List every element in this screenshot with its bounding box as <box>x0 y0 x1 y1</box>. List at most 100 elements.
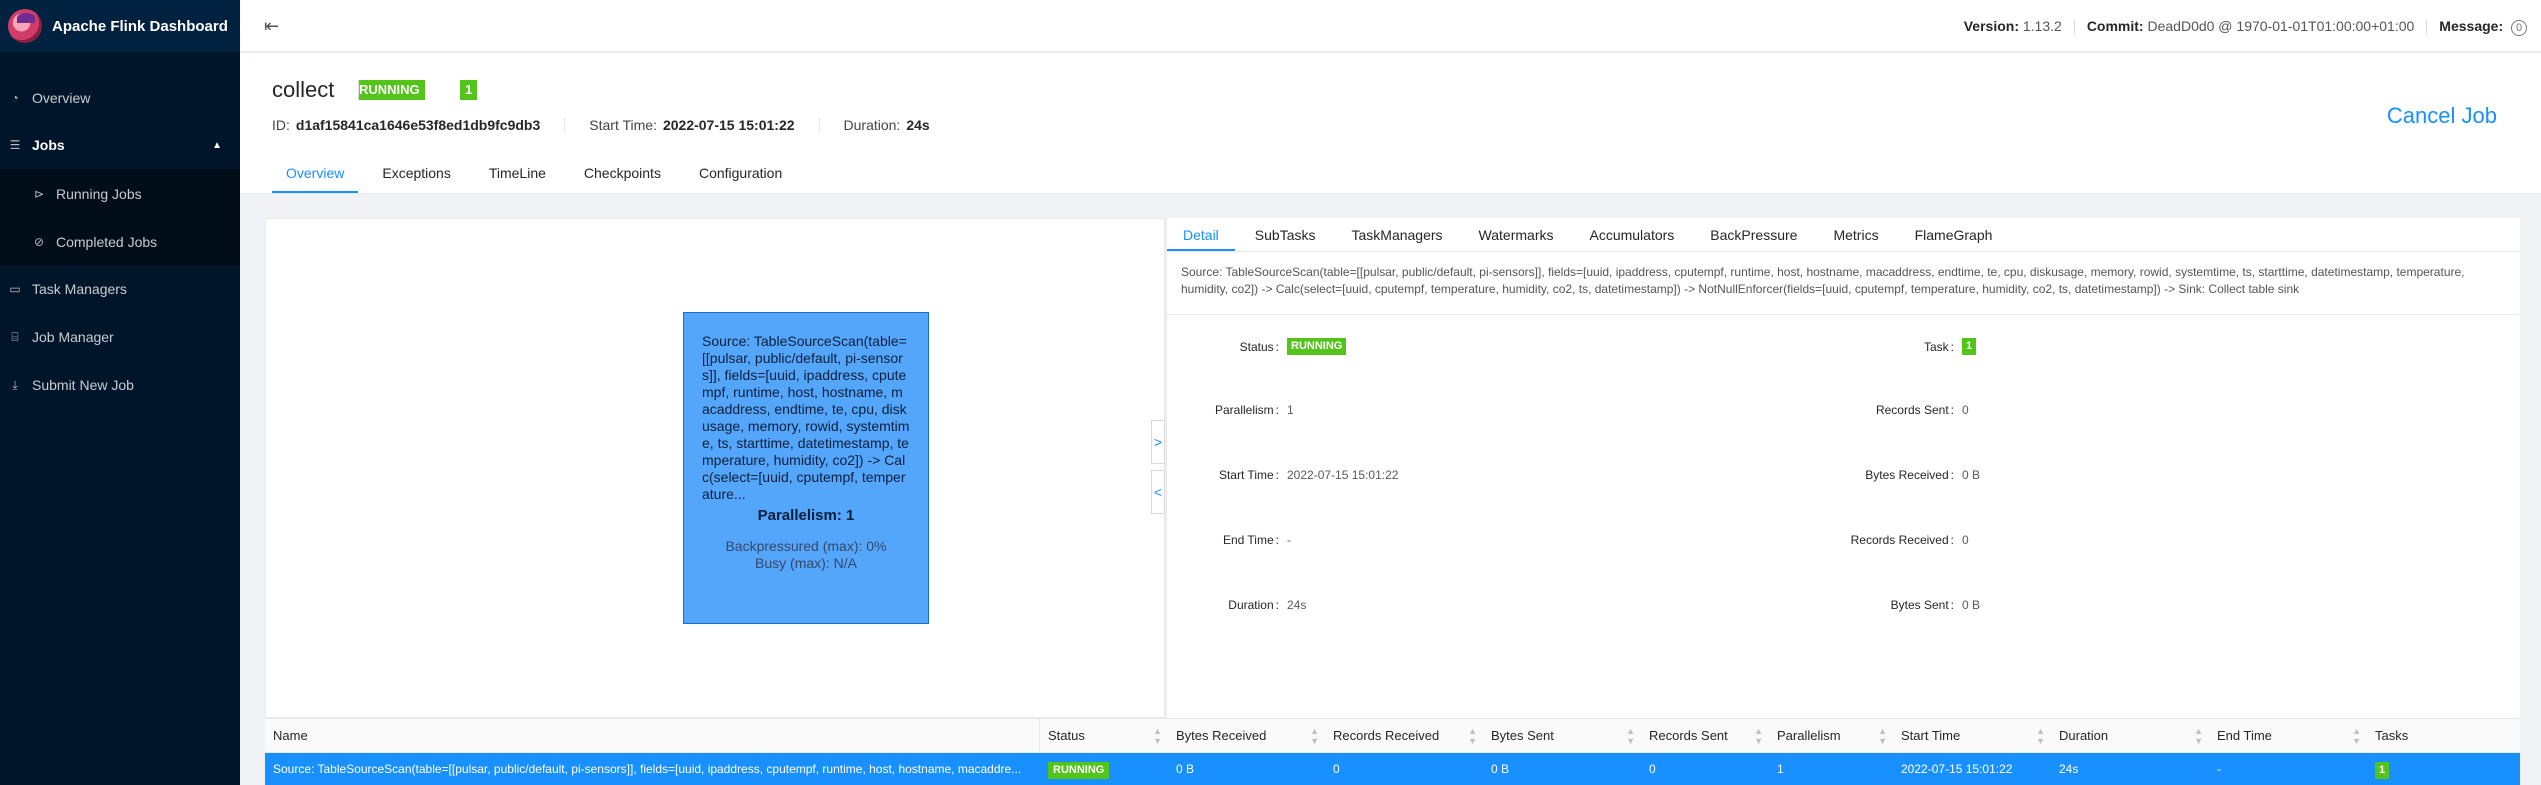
column-end-time[interactable]: End Time ▲ ▼ <box>2209 719 2367 753</box>
sidebar-item-overview[interactable]: ◔ Overview <box>0 78 240 118</box>
sidebar-item-label: Running Jobs <box>56 186 142 202</box>
tab-flamegraph[interactable]: FlameGraph <box>1899 218 2009 251</box>
job-info: ID: d1af15841ca1646e53f8ed1db9fc9db3 Star… <box>272 117 978 133</box>
collapse-left-button[interactable]: < <box>1151 470 1165 514</box>
sort-icon: ▲ ▼ <box>2352 726 2361 746</box>
sidebar-item-label: Task Managers <box>32 281 127 297</box>
chevron-left-icon: < <box>1153 484 1163 500</box>
records-received-value: 0 <box>1962 533 1969 547</box>
cell-end-time: - <box>2217 762 2221 776</box>
info-icon[interactable]: 0 <box>2511 20 2527 36</box>
upload-icon: ⤓ <box>12 377 18 392</box>
sidebar-item-label: Overview <box>32 90 91 106</box>
column-parallelism[interactable]: Parallelism ▲ ▼ <box>1769 719 1893 753</box>
app-title: Apache Flink Dashboard <box>52 17 228 35</box>
bytes-sent-label: Bytes Sent <box>1842 598 1962 612</box>
column-bytes-sent[interactable]: Bytes Sent ▲ ▼ <box>1483 719 1641 753</box>
sort-icon: ▲ ▼ <box>1626 726 1635 746</box>
bytes-received-value: 0 B <box>1962 468 1981 482</box>
sidebar-item-running-jobs[interactable]: ⊳ Running Jobs <box>0 174 240 214</box>
tab-backpressure[interactable]: BackPressure <box>1694 218 1813 251</box>
cell-records-received: 0 <box>1333 762 1340 776</box>
sidebar-item-completed-jobs[interactable]: ⊘ Completed Jobs <box>0 222 240 262</box>
tab-watermarks[interactable]: Watermarks <box>1463 218 1570 251</box>
divider <box>2426 20 2428 34</box>
tab-subtasks[interactable]: SubTasks <box>1239 218 1332 251</box>
column-label: Start Time <box>1901 728 1961 743</box>
cancel-job-button[interactable]: Cancel Job <box>2387 103 2497 129</box>
id-label: ID: <box>272 117 290 133</box>
sidebar-item-job-manager[interactable]: ⌸ Job Manager <box>0 317 240 357</box>
tab-configuration[interactable]: Configuration <box>685 153 796 193</box>
dashboard-icon: ◔ <box>11 91 19 105</box>
cell-parallelism: 1 <box>1777 762 1784 776</box>
column-start-time[interactable]: Start Time ▲ ▼ <box>1893 719 2051 753</box>
menu-fold-icon[interactable]: ⇤ <box>264 16 279 37</box>
records-received-label: Records Received <box>1842 533 1962 547</box>
sort-icon: ▲ ▼ <box>1754 726 1763 746</box>
duration-value: 24s <box>906 117 930 133</box>
status-label: Status <box>1167 340 1287 354</box>
tab-detail[interactable]: Detail <box>1167 218 1235 251</box>
sidebar-item-label: Completed Jobs <box>56 234 158 250</box>
column-records-sent[interactable]: Records Sent ▲ ▼ <box>1641 719 1769 753</box>
detail-bytes-received: Bytes Received 0 B <box>1842 468 1980 482</box>
column-name[interactable]: Name <box>265 719 1040 753</box>
duration-label: Duration <box>1167 598 1287 612</box>
table-header: Name Status ▲ ▼ Bytes Received ▲ ▼ Records R… <box>265 719 2520 753</box>
column-records-received[interactable]: Records Received ▲ ▼ <box>1325 719 1483 753</box>
parallelism-value: 1 <box>1287 403 1294 417</box>
column-duration[interactable]: Duration ▲ ▼ <box>2051 719 2209 753</box>
divider <box>1167 314 2521 315</box>
column-label: Status <box>1048 728 1085 743</box>
detail-records-received: Records Received 0 <box>1842 533 1969 547</box>
table-row[interactable]: Source: TableSourceScan(table=[[pulsar, … <box>265 753 2520 785</box>
job-graph[interactable]: Source: TableSourceScan(table=[[pulsar, … <box>265 218 1165 718</box>
expand-right-button[interactable]: > <box>1151 420 1165 464</box>
node-detail-panel: Detail SubTasks TaskManagers Watermarks … <box>1166 218 2521 718</box>
cell-name: Source: TableSourceScan(table=[[pulsar, … <box>273 762 1022 776</box>
sort-icon: ▲ ▼ <box>1878 726 1887 746</box>
sort-icon: ▲ ▼ <box>1468 726 1477 746</box>
tab-taskmanagers[interactable]: TaskManagers <box>1336 218 1459 251</box>
status-badge: RUNNING <box>1048 762 1110 779</box>
sidebar: Apache Flink Dashboard ◔ Overview ☰ Jobs… <box>0 0 240 785</box>
duration-label: Duration: <box>843 117 901 133</box>
column-status[interactable]: Status ▲ ▼ <box>1040 719 1168 753</box>
column-label: Duration <box>2059 728 2109 743</box>
sidebar-item-task-managers[interactable]: ▭ Task Managers <box>0 269 240 309</box>
cell-start-time: 2022-07-15 15:01:22 <box>1901 762 2013 776</box>
column-bytes-received[interactable]: Bytes Received ▲ ▼ <box>1168 719 1325 753</box>
tab-checkpoints[interactable]: Checkpoints <box>570 153 675 193</box>
cluster-icon: ⌸ <box>11 329 19 344</box>
job-header: collect RUNNING 1 ID: d1af15841ca1646e53f… <box>240 53 2541 194</box>
sort-icon: ▲ ▼ <box>1153 726 1162 746</box>
column-tasks[interactable]: Tasks <box>2367 719 2520 753</box>
sidebar-item-submit-new-job[interactable]: ⤓ Submit New Job <box>0 365 240 405</box>
flink-logo-icon <box>8 9 42 43</box>
brand[interactable]: Apache Flink Dashboard <box>0 0 240 52</box>
start-time-label: Start Time: <box>589 117 657 133</box>
tab-overview[interactable]: Overview <box>272 153 359 193</box>
play-circle-icon: ⊳ <box>33 187 45 201</box>
detail-start-time: Start Time 2022-07-15 15:01:22 <box>1167 468 1398 482</box>
tab-accumulators[interactable]: Accumulators <box>1573 218 1690 251</box>
commit-label: Commit: <box>2086 18 2144 34</box>
tab-timeline[interactable]: TimeLine <box>475 153 560 193</box>
column-label: Records Sent <box>1649 728 1728 743</box>
sidebar-item-jobs[interactable]: ☰ Jobs ▲ <box>0 125 240 165</box>
message-label: Message: <box>2439 18 2504 34</box>
list-icon: ☰ <box>9 138 21 152</box>
chevron-right-icon: > <box>1153 434 1163 450</box>
version-label: Version: <box>1963 18 2019 34</box>
detail-status: Status RUNNING <box>1167 338 1347 355</box>
graph-node[interactable]: Source: TableSourceScan(table=[[pulsar, … <box>683 312 929 624</box>
detail-bytes-sent: Bytes Sent 0 B <box>1842 598 1980 612</box>
status-badge: RUNNING <box>1287 338 1347 355</box>
tab-metrics[interactable]: Metrics <box>1817 218 1894 251</box>
job-id: d1af15841ca1646e53f8ed1db9fc9db3 <box>295 117 541 133</box>
server-icon: ▭ <box>9 282 21 296</box>
detail-records-sent: Records Sent 0 <box>1842 403 1969 417</box>
tab-exceptions[interactable]: Exceptions <box>368 153 464 193</box>
cell-bytes-received: 0 B <box>1176 762 1195 776</box>
